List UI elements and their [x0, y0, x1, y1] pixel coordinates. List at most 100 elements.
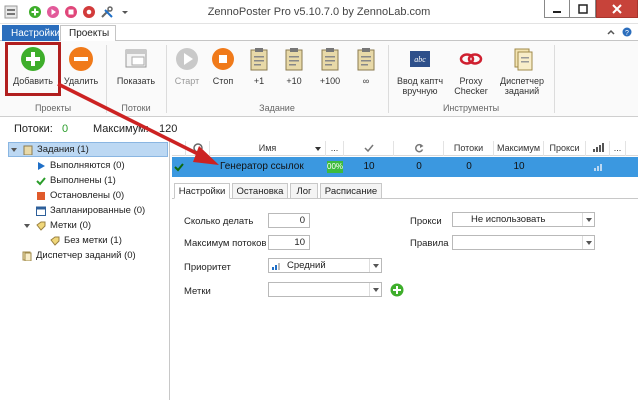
tree-item-done[interactable]: Выполнены (1) — [36, 173, 116, 188]
clipboard-icon — [316, 45, 344, 73]
clipboard-icon — [245, 45, 273, 73]
priority-label: Приоритет — [184, 262, 231, 273]
infinity-button[interactable]: ∞ — [350, 45, 382, 86]
task-tree: Задания (1) Выполняются (0) Выполнены (1… — [0, 140, 170, 400]
start-button-label: Старт — [174, 76, 200, 86]
refresh-icon — [414, 143, 423, 153]
tree-item-label: Диспетчер заданий (0) — [36, 250, 136, 261]
help-icon[interactable]: ? — [622, 27, 632, 40]
progress-bar: 00% — [327, 161, 343, 173]
table-row[interactable]: Генератор ссылок 00% 10 0 0 10 — [172, 157, 638, 177]
row-done-count: 10 — [363, 161, 375, 172]
add-button[interactable]: Добавить — [10, 45, 56, 86]
ribbon-tabs: Настройки Проекты ? — [0, 24, 638, 42]
checkmark-icon — [363, 144, 374, 153]
tab-stop[interactable]: Остановка — [232, 183, 288, 199]
grid-header: Имя ... Потоки Максимум Прокси ... — [172, 141, 638, 156]
tasks-clipboard-icon — [23, 145, 33, 155]
task-settings-form: Сколько делать 0 Максимум потоков 10 При… — [172, 200, 638, 400]
progress-label: 00% — [327, 162, 344, 171]
threads-stats: Потоки: 0 Максимум: 120 — [0, 118, 638, 140]
infinity-button-label: ∞ — [362, 76, 370, 86]
tree-item-tags[interactable]: Метки (0) — [22, 218, 91, 233]
window-icon — [122, 45, 150, 73]
play-icon — [36, 161, 46, 171]
minimize-button[interactable] — [544, 0, 570, 18]
how-many-input[interactable]: 0 — [268, 213, 310, 228]
tree-item-dispatcher[interactable]: Диспетчер заданий (0) — [22, 248, 136, 263]
rules-select[interactable] — [452, 235, 595, 250]
priority-select[interactable]: Средний — [268, 258, 382, 273]
tree-item-stopped[interactable]: Остановлены (0) — [36, 188, 124, 203]
row-name: Генератор ссылок — [220, 161, 304, 172]
title-bar: ZennoPoster Pro v5.10.7.0 by ZennoLab.co… — [0, 0, 638, 24]
scheduler-button[interactable]: Диспетчер заданий — [494, 45, 550, 96]
grid-header-priority[interactable] — [586, 141, 610, 156]
grid-header-proxy[interactable]: Прокси — [544, 141, 586, 156]
tab-schedule[interactable]: Расписание — [320, 183, 382, 199]
collapse-arrow-icon[interactable] — [9, 145, 19, 155]
max-threads-input[interactable]: 10 — [268, 235, 310, 250]
add-icon — [390, 283, 404, 297]
grid-header-status[interactable] — [186, 141, 210, 156]
plus10-button[interactable]: +10 — [278, 45, 310, 86]
add-button-label: Добавить — [13, 76, 53, 86]
tab-log[interactable]: Лог — [290, 183, 318, 199]
tab-task-settings[interactable]: Настройки — [174, 183, 230, 199]
proxy-checker-button[interactable]: Proxy Checker — [450, 45, 492, 96]
row-redo-count: 0 — [416, 161, 422, 172]
grid-header-name[interactable]: Имя — [210, 141, 326, 156]
grid-header-done[interactable] — [344, 141, 394, 156]
start-button[interactable]: Старт — [170, 45, 204, 86]
task-detail-tabs: Настройки Остановка Лог Расписание — [172, 183, 638, 199]
stop-button[interactable]: Стоп — [206, 45, 240, 86]
stop-square-icon — [36, 191, 46, 201]
tags-select[interactable] — [268, 282, 382, 297]
proxy-label: Прокси — [410, 216, 442, 227]
captcha-icon: abc — [406, 45, 434, 73]
chevron-down-icon[interactable] — [582, 236, 594, 249]
grid-header-ellipsis[interactable]: ... — [326, 141, 344, 156]
tree-item-label: Выполняются (0) — [50, 160, 125, 171]
show-button[interactable]: Показать — [112, 45, 160, 86]
tab-settings[interactable]: Настройки — [2, 25, 60, 41]
proxy-checker-button-label: Proxy Checker — [454, 76, 488, 96]
chevron-down-icon[interactable] — [582, 213, 594, 226]
proxy-select[interactable]: Не использовать — [452, 212, 595, 227]
grid-header-extra[interactable]: ... — [610, 141, 626, 156]
tab-projects[interactable]: Проекты — [60, 25, 116, 42]
chevron-down-icon[interactable] — [369, 259, 381, 272]
close-button[interactable] — [596, 0, 638, 18]
plus100-button[interactable]: +100 — [313, 45, 347, 86]
delete-button[interactable]: Удалить — [60, 45, 102, 86]
plus1-button[interactable]: +1 — [243, 45, 275, 86]
tree-item-label: Запланированные (0) — [50, 205, 146, 216]
grid-header-select[interactable] — [172, 141, 186, 156]
checkmark-icon — [36, 176, 46, 186]
stop-icon — [209, 45, 237, 73]
add-icon — [19, 45, 47, 73]
grid-header-max[interactable]: Максимум — [494, 141, 544, 156]
tree-item-running[interactable]: Выполняются (0) — [36, 158, 125, 173]
add-tag-button[interactable] — [390, 283, 404, 297]
captcha-button[interactable]: abc Ввод каптч вручную — [392, 45, 448, 96]
grid-header-redo[interactable] — [394, 141, 444, 156]
chevron-down-icon[interactable] — [369, 283, 381, 296]
group-label-task: Задание — [259, 103, 295, 113]
group-separator — [554, 45, 555, 113]
row-priority-icon — [586, 157, 610, 177]
tree-item-tasks[interactable]: Задания (1) — [8, 142, 168, 157]
grid-header-threads[interactable]: Потоки — [444, 141, 494, 156]
chevron-up-icon[interactable] — [606, 27, 616, 40]
captcha-button-label: Ввод каптч вручную — [396, 76, 444, 96]
group-label-projects: Проекты — [34, 103, 72, 113]
tree-item-scheduled[interactable]: Запланированные (0) — [36, 203, 145, 218]
priority-bars-icon — [592, 143, 604, 152]
tree-item-no-tag[interactable]: Без метки (1) — [50, 233, 122, 248]
window-title: ZennoPoster Pro v5.10.7.0 by ZennoLab.co… — [207, 6, 431, 18]
maximize-button[interactable] — [570, 0, 596, 18]
row-max-threads: 10 — [513, 161, 525, 172]
stop-button-label: Стоп — [212, 76, 234, 86]
collapse-arrow-icon[interactable] — [22, 221, 32, 231]
tree-item-label: Без метки (1) — [64, 235, 122, 246]
